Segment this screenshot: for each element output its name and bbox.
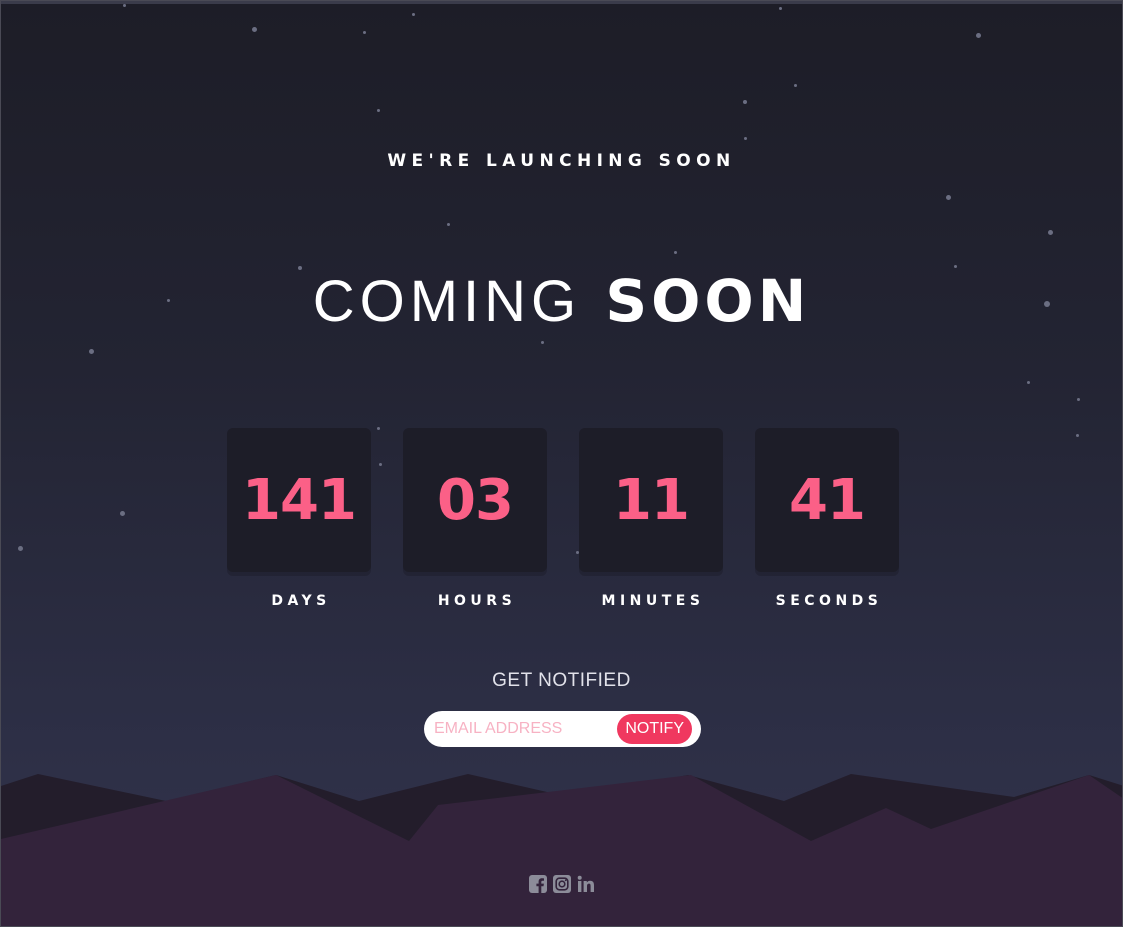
days-value: 141 [227, 428, 371, 572]
notify-button[interactable]: NOTIFY [617, 714, 692, 744]
hours-value: 03 [403, 428, 547, 572]
star [674, 251, 677, 254]
notify-form: NOTIFY [424, 711, 701, 747]
coming-soon-page: WE'RE LAUNCHING SOON COMING SOON 141 DAY… [0, 0, 1123, 927]
countdown-minutes: 11 MINUTES [579, 428, 723, 609]
star [946, 195, 951, 200]
seconds-label: SECONDS [775, 593, 883, 609]
star [89, 349, 94, 354]
star [541, 341, 544, 344]
hours-label: HOURS [437, 593, 517, 609]
star [412, 13, 415, 16]
mountain-silhouette [1, 774, 1122, 926]
social-links [529, 875, 595, 893]
countdown-timer: 141 DAYS 03 HOURS 11 MINUTES 41 SECONDS [227, 428, 899, 609]
days-label: DAYS [271, 593, 331, 609]
star [1027, 381, 1030, 384]
star [123, 4, 126, 7]
launch-tagline: WE'RE LAUNCHING SOON [387, 151, 736, 171]
countdown-hours: 03 HOURS [403, 428, 547, 609]
star [363, 31, 366, 34]
minutes-label: MINUTES [601, 593, 705, 609]
email-input[interactable] [424, 711, 614, 747]
page-title: COMING SOON [1, 266, 1122, 337]
star [744, 137, 747, 140]
get-notified-heading: GET NOTIFIED [492, 670, 631, 691]
title-bold: SOON [605, 267, 811, 335]
star [1076, 434, 1079, 437]
star [794, 84, 797, 87]
instagram-icon[interactable] [553, 875, 571, 893]
star [779, 7, 782, 10]
star [377, 109, 380, 112]
star [743, 100, 747, 104]
star [447, 223, 450, 226]
star [1077, 398, 1080, 401]
star [18, 546, 23, 551]
linkedin-icon[interactable] [577, 875, 595, 893]
facebook-icon[interactable] [529, 875, 547, 893]
countdown-seconds: 41 SECONDS [755, 428, 899, 609]
minutes-value: 11 [579, 428, 723, 572]
star [976, 33, 981, 38]
countdown-days: 141 DAYS [227, 428, 371, 609]
star [1048, 230, 1053, 235]
seconds-value: 41 [755, 428, 899, 572]
star [120, 511, 125, 516]
title-light: COMING [312, 269, 582, 334]
star [252, 27, 257, 32]
